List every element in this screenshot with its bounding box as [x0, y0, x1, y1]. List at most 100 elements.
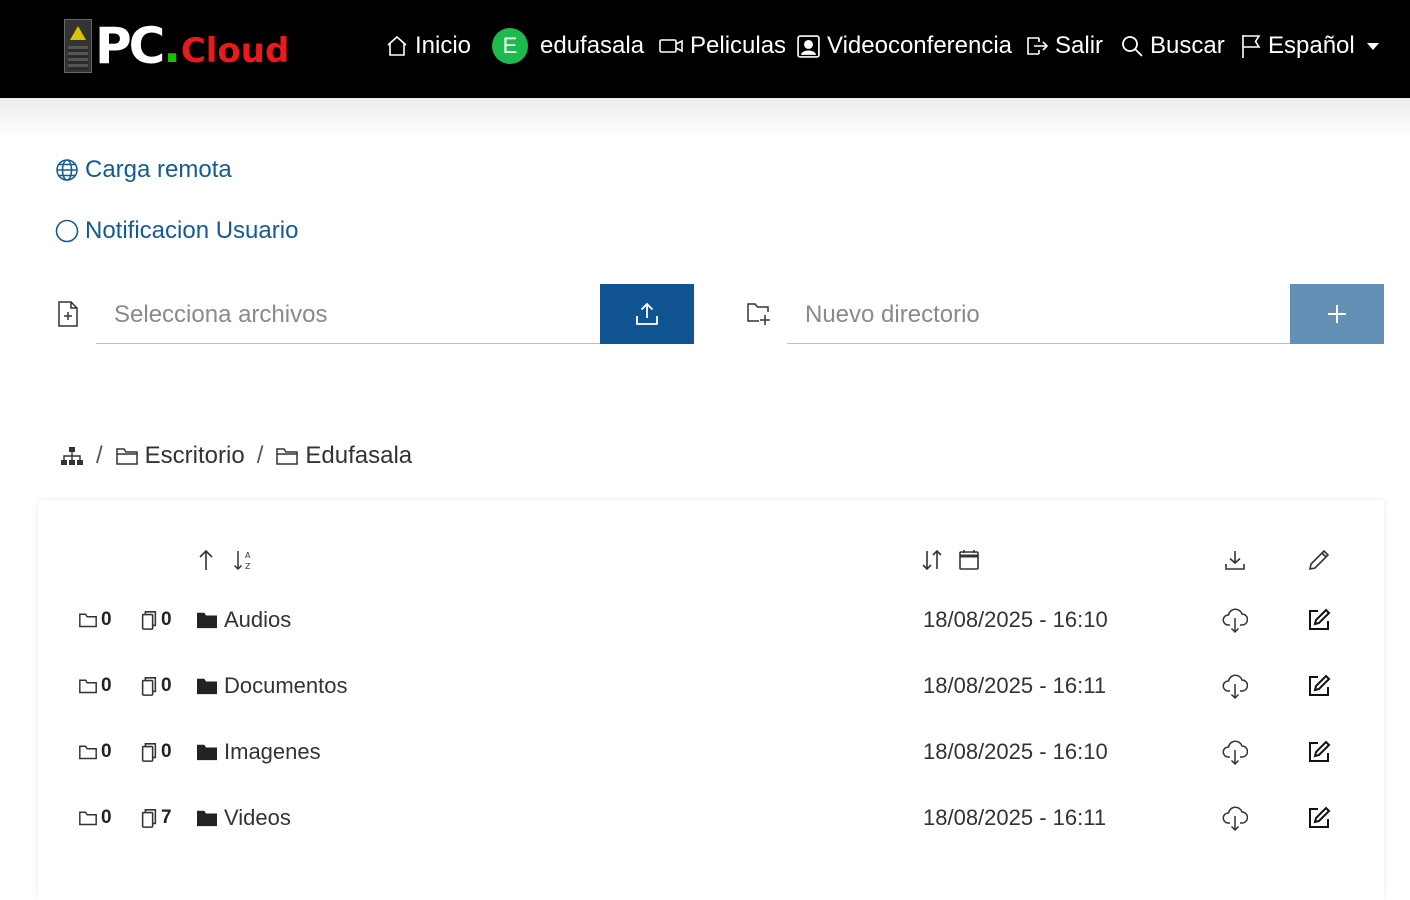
avatar: E [492, 28, 528, 64]
nav-home-label: Inicio [415, 32, 472, 59]
edit-square-icon [1309, 674, 1331, 696]
nav-search[interactable]: Buscar [1120, 28, 1225, 64]
server-logo-icon [64, 19, 92, 73]
breadcrumb-separator: / [96, 442, 103, 469]
svg-text:Z: Z [245, 562, 251, 571]
top-navbar: PC. Cloud Inicio E edufasala Peliculas Vi… [0, 0, 1410, 98]
folder-count: 0 [78, 598, 112, 642]
logo-pc-text: PC [95, 17, 165, 75]
pccloud-logo[interactable]: PC. Cloud [64, 18, 289, 74]
folder-icon [79, 745, 97, 760]
file-count: 0 [140, 730, 172, 774]
language-dropdown[interactable]: Español [1240, 28, 1379, 64]
file-count: 0 [140, 664, 172, 708]
logo-dot: . [163, 19, 181, 73]
cloud-download-icon [1222, 608, 1248, 634]
folder-count: 0 [78, 730, 112, 774]
table-row[interactable]: 0 0 Documentos 18/08/2025 - 16:11 [38, 664, 1384, 708]
modified-date: 18/08/2025 - 16:11 [923, 673, 1107, 698]
download-folder-button[interactable] [1222, 664, 1248, 708]
edit-square-icon [1309, 740, 1331, 762]
download-folder-button[interactable] [1222, 730, 1248, 774]
folder-fill-icon [197, 810, 217, 827]
notification-label: Notificacion Usuario [85, 217, 299, 244]
folder-icon [276, 448, 299, 465]
table-row[interactable]: 0 0 Audios 18/08/2025 - 16:10 [38, 598, 1384, 642]
flag-icon [1242, 35, 1261, 58]
nav-movies-label: Peliculas [690, 32, 787, 59]
rename-folder-button[interactable] [1307, 796, 1331, 840]
breadcrumb-item-edufasala[interactable]: Edufasala [275, 442, 412, 470]
download-folder-button[interactable] [1222, 796, 1248, 840]
sitemap-icon[interactable] [60, 444, 84, 468]
folder-fill-icon [197, 744, 217, 761]
modified-date: 18/08/2025 - 16:10 [923, 739, 1108, 764]
upload-button[interactable] [600, 284, 694, 344]
upload-icon [636, 302, 658, 325]
navbar-shadow [0, 98, 1410, 138]
files-icon [141, 611, 157, 630]
folder-fill-icon [197, 612, 217, 629]
file-plus-icon [58, 301, 78, 327]
nav-search-label: Buscar [1150, 32, 1225, 59]
rename-folder-button[interactable] [1307, 730, 1331, 774]
folder-icon [79, 811, 97, 826]
folder-icon [79, 679, 97, 694]
cloud-download-icon [1222, 740, 1248, 766]
remote-upload-link[interactable]: Carga remota [55, 156, 232, 184]
file-select-input[interactable] [96, 286, 600, 344]
folder-fill-icon [197, 678, 217, 695]
folder-icon [115, 448, 138, 465]
folder-count: 0 [78, 796, 112, 840]
modified-date: 18/08/2025 - 16:11 [923, 805, 1107, 830]
person-video-icon [797, 34, 820, 58]
nav-user-label: edufasala [540, 32, 645, 59]
table-row[interactable]: 0 7 Videos 18/08/2025 - 16:11 [38, 796, 1384, 840]
plus-icon [1328, 305, 1346, 323]
circle-icon [55, 219, 79, 243]
nav-movies[interactable]: Peliculas [658, 28, 786, 64]
folder-name[interactable]: Audios [196, 598, 291, 642]
sort-arrow-up-icon[interactable] [196, 548, 216, 572]
folder-count: 0 [78, 664, 112, 708]
breadcrumb-label: Edufasala [305, 442, 413, 469]
folder-name[interactable]: Documentos [196, 664, 348, 708]
create-directory-button[interactable] [1290, 284, 1384, 344]
folder-name[interactable]: Videos [196, 796, 291, 840]
table-row[interactable]: 0 0 Imagenes 18/08/2025 - 16:10 [38, 730, 1384, 774]
folder-name[interactable]: Imagenes [196, 730, 321, 774]
search-icon [1122, 36, 1143, 57]
nav-user[interactable]: E edufasala [492, 28, 644, 64]
nav-logout-label: Salir [1055, 32, 1104, 59]
remote-upload-label: Carga remota [85, 156, 232, 183]
file-count: 7 [140, 796, 172, 840]
files-icon [141, 677, 157, 696]
rename-folder-button[interactable] [1307, 598, 1331, 642]
breadcrumb-item-escritorio[interactable]: Escritorio [115, 442, 245, 470]
logo-cloud-text: Cloud [180, 31, 290, 71]
cloud-download-icon [1222, 674, 1248, 700]
breadcrumb: / Escritorio / Edufasala [60, 438, 412, 474]
calendar-icon[interactable] [957, 548, 981, 572]
nav-videoconference[interactable]: Videoconferencia [796, 28, 1012, 64]
sort-alpha-icon[interactable]: AZ [232, 548, 256, 572]
new-directory-input[interactable] [787, 286, 1290, 344]
nav-logout[interactable]: Salir [1025, 28, 1103, 64]
folder-plus-icon [747, 303, 770, 325]
svg-text:A: A [245, 551, 251, 560]
home-icon [387, 35, 407, 56]
file-list-card: AZ 0 0 Audios 18/08/2025 - 16:10 0 0 Doc… [38, 500, 1384, 900]
notification-link[interactable]: Notificacion Usuario [55, 217, 298, 245]
rename-folder-button[interactable] [1307, 664, 1331, 708]
download-folder-button[interactable] [1222, 598, 1248, 642]
modified-date: 18/08/2025 - 16:10 [923, 607, 1108, 632]
sort-arrows-icon[interactable] [920, 548, 944, 572]
breadcrumb-separator: / [256, 442, 264, 469]
files-icon [141, 809, 157, 828]
logout-icon [1027, 37, 1049, 55]
edit-square-icon [1309, 806, 1331, 828]
nav-home[interactable]: Inicio [385, 28, 471, 64]
pencil-icon [1308, 549, 1330, 571]
chevron-down-icon [1366, 42, 1379, 50]
globe-icon [56, 159, 78, 181]
